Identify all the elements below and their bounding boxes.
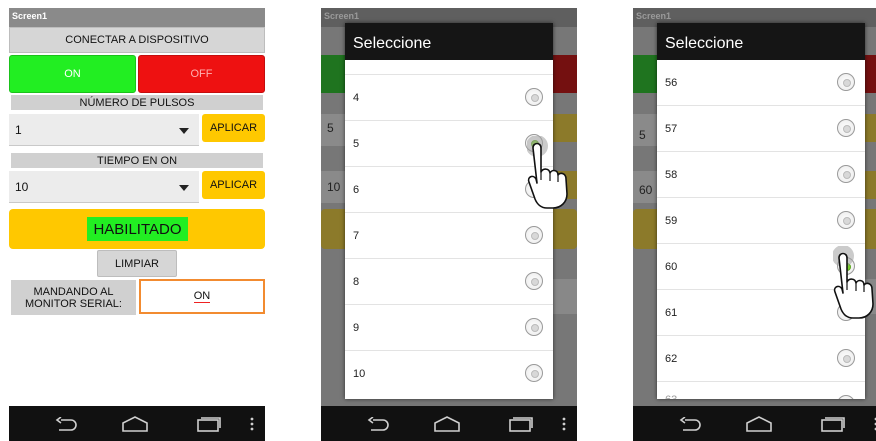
option-label: 60 [665, 260, 678, 273]
radio-icon[interactable] [837, 119, 855, 137]
connect-device-button[interactable]: CONECTAR A DISPOSITIVO [9, 27, 265, 53]
screen-title: Screen1 [9, 8, 265, 27]
radio-icon[interactable] [837, 211, 855, 229]
hand-pointer-icon [833, 246, 874, 319]
radio-icon[interactable] [525, 364, 543, 382]
time-on-select[interactable]: 10 [9, 171, 199, 203]
list-item[interactable]: 5 [345, 121, 553, 167]
selection-dialog: Seleccione 56 57 58 59 60 61 62 [657, 23, 865, 399]
option-label: 56 [665, 76, 678, 89]
radio-icon[interactable] [525, 318, 543, 336]
back-icon[interactable] [671, 406, 711, 441]
dimmed-time-value: 60 [639, 183, 653, 197]
list-item[interactable]: 8 [345, 259, 553, 305]
option-label: 59 [665, 214, 678, 227]
option-label: 57 [665, 122, 678, 135]
option-label: 9 [353, 321, 360, 334]
list-item[interactable] [345, 60, 553, 75]
recents-icon[interactable] [501, 406, 541, 441]
recents-icon[interactable] [189, 406, 229, 441]
time-on-label: TIEMPO EN ON [11, 153, 263, 168]
list-item[interactable]: 63 [657, 382, 865, 399]
dialog-screen-pulses: Screen1 5 10 Seleccione 4 5 6 7 8 9 10 [321, 8, 577, 441]
option-label: 58 [665, 168, 678, 181]
dialog-title: Seleccione [657, 23, 865, 60]
list-item[interactable]: 9 [345, 305, 553, 351]
navigation-bar [633, 406, 876, 441]
list-item[interactable]: 62 [657, 336, 865, 382]
dialog-screen-time: Screen1 5 60 Seleccione 56 57 58 59 60 6… [633, 8, 876, 441]
on-button[interactable]: ON [9, 55, 136, 93]
option-label: 8 [353, 275, 360, 288]
radio-icon[interactable] [837, 73, 855, 91]
options-list[interactable]: 4 5 6 7 8 9 10 [345, 60, 553, 399]
radio-icon[interactable] [525, 272, 543, 290]
menu-icon[interactable] [869, 406, 876, 441]
list-item[interactable]: 56 [657, 60, 865, 106]
option-label: 63 [665, 382, 677, 399]
dimmed-time-value: 10 [327, 180, 341, 194]
pulses-value: 1 [15, 122, 22, 137]
pulses-select[interactable]: 1 [9, 114, 199, 146]
main-screen: Screen1 CONECTAR A DISPOSITIVO ON OFF NÚ… [9, 8, 265, 441]
off-button[interactable]: OFF [138, 55, 265, 93]
list-item[interactable]: 6 [345, 167, 553, 213]
radio-icon[interactable] [525, 88, 543, 106]
serial-monitor-field[interactable]: ON [139, 279, 265, 314]
recents-icon[interactable] [813, 406, 853, 441]
list-item[interactable]: 57 [657, 106, 865, 152]
pulses-label: NÚMERO DE PULSOS [11, 95, 263, 110]
dialog-title: Seleccione [345, 23, 553, 60]
list-item[interactable]: 4 [345, 75, 553, 121]
hand-pointer-icon [527, 136, 568, 209]
chevron-down-icon [179, 184, 189, 191]
serial-monitor-label: MANDANDO AL MONITOR SERIAL: [11, 280, 136, 315]
serial-monitor-value: ON [193, 290, 211, 303]
menu-icon[interactable] [557, 406, 571, 441]
navigation-bar [321, 406, 577, 441]
status-badge: HABILITADO [87, 217, 188, 241]
option-label: 61 [665, 306, 678, 319]
list-item[interactable]: 10 [345, 351, 553, 397]
option-label: 10 [353, 367, 366, 380]
apply-pulses-button[interactable]: APLICAR [202, 114, 265, 142]
option-label: 7 [353, 229, 360, 242]
radio-icon[interactable] [525, 226, 543, 244]
menu-icon[interactable] [245, 406, 259, 441]
selection-dialog: Seleccione 4 5 6 7 8 9 10 [345, 23, 553, 399]
radio-icon[interactable] [837, 395, 855, 399]
navigation-bar [9, 406, 265, 441]
apply-time-button[interactable]: APLICAR [202, 171, 265, 199]
home-icon[interactable] [115, 406, 155, 441]
time-on-value: 10 [15, 179, 29, 194]
back-icon[interactable] [47, 406, 87, 441]
option-label: 6 [353, 183, 360, 196]
chevron-down-icon [179, 127, 189, 134]
option-label: 5 [353, 137, 360, 150]
list-item[interactable]: 59 [657, 198, 865, 244]
radio-icon[interactable] [837, 165, 855, 183]
option-label: 4 [353, 91, 360, 104]
radio-icon[interactable] [837, 349, 855, 367]
clear-button[interactable]: LIMPIAR [97, 250, 177, 277]
back-icon[interactable] [359, 406, 399, 441]
dimmed-pulses-value: 5 [327, 121, 334, 135]
status-panel: HABILITADO [9, 209, 265, 249]
list-item[interactable]: 58 [657, 152, 865, 198]
option-label: 62 [665, 352, 678, 365]
list-item[interactable]: 7 [345, 213, 553, 259]
home-icon[interactable] [427, 406, 467, 441]
home-icon[interactable] [739, 406, 779, 441]
dimmed-pulses-value: 5 [639, 128, 646, 142]
options-list[interactable]: 56 57 58 59 60 61 62 [657, 60, 865, 399]
